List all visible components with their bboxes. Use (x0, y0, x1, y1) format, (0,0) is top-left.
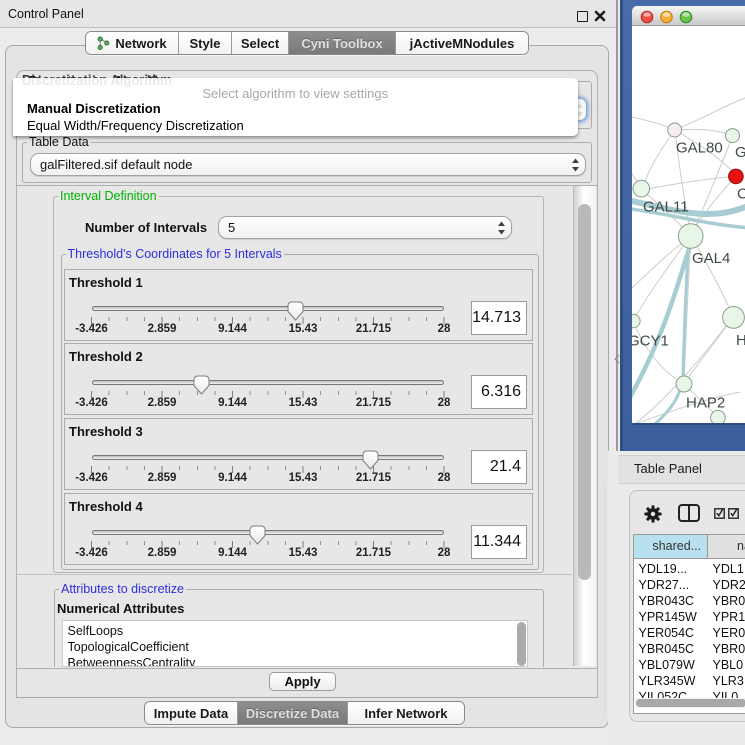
svg-text:GA: GA (735, 144, 745, 161)
svg-text:H: H (736, 332, 745, 349)
svg-text:GAL4: GAL4 (692, 250, 730, 267)
svg-text:GCY1: GCY1 (632, 333, 669, 350)
svg-text:HAP2: HAP2 (686, 395, 725, 412)
svg-text:C: C (737, 186, 745, 203)
svg-text:GAL11: GAL11 (643, 199, 689, 216)
svg-text:GAL80: GAL80 (676, 140, 723, 157)
